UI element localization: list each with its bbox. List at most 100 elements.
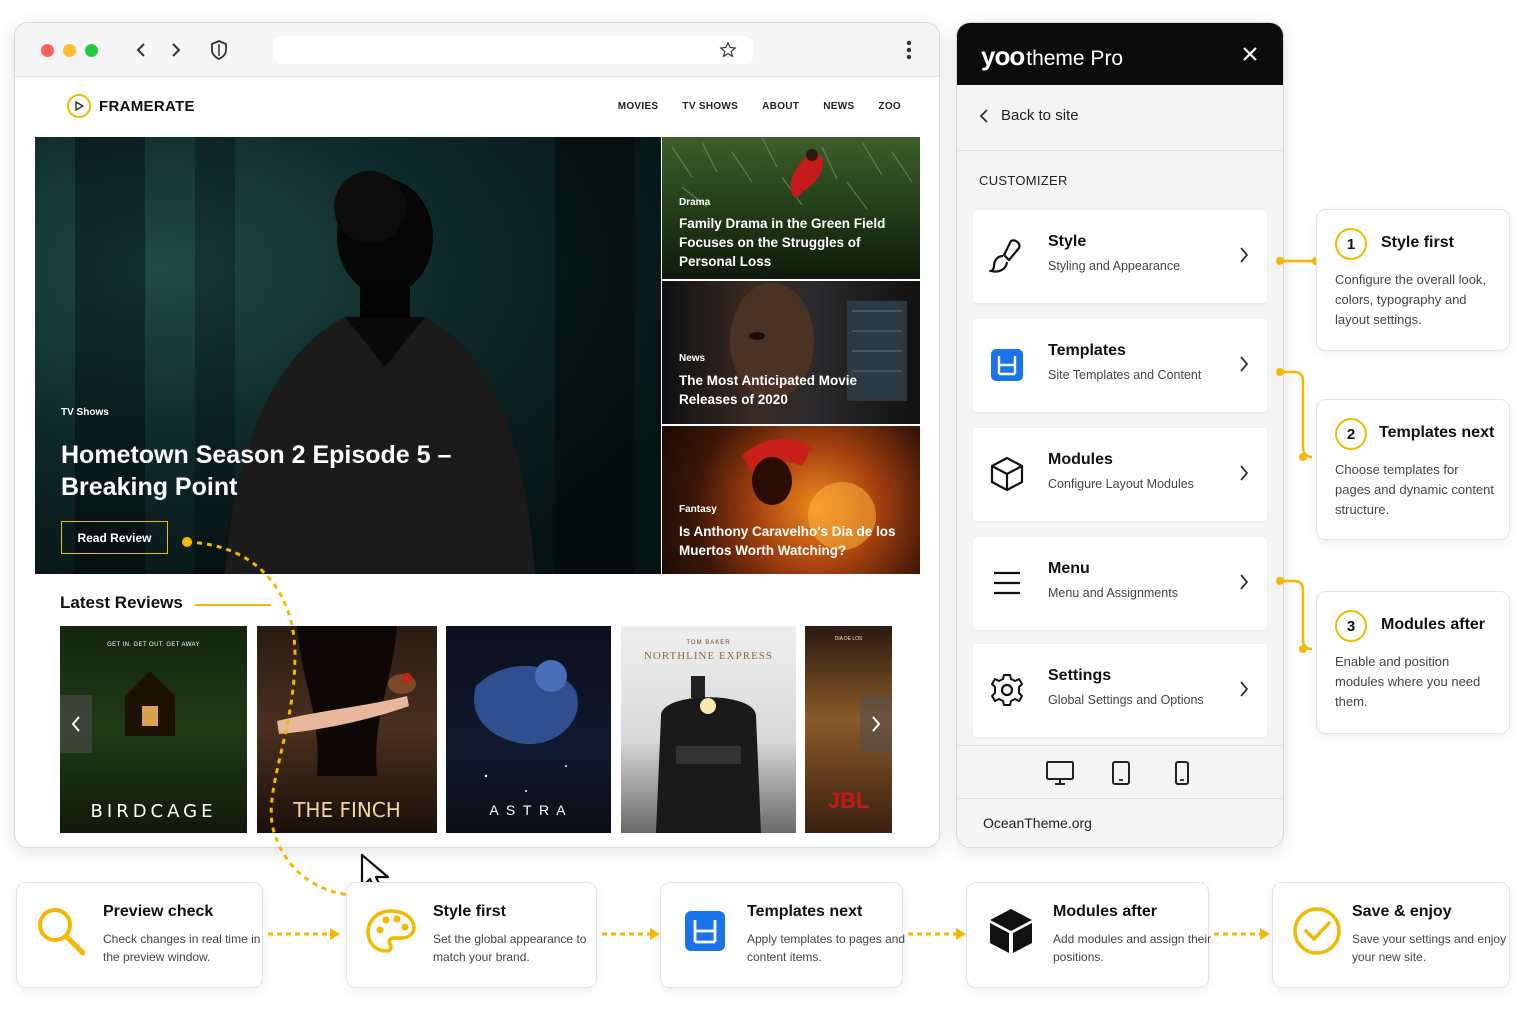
mobile-icon[interactable]: [1167, 759, 1197, 787]
flow-title: Preview check: [103, 903, 214, 920]
poster-title: NORTHLINE EXPRESS: [643, 650, 774, 662]
check-circle-icon: [1291, 905, 1343, 957]
site-logo-text: FRAMERATE: [99, 97, 195, 115]
browser-window: FRAMERATE MOVIES TV SHOWS ABOUT NEWS ZOO…: [14, 22, 940, 848]
flow-description: Check changes in real time in the previe…: [103, 932, 261, 964]
card-category: News: [679, 353, 706, 364]
more-options-icon[interactable]: [896, 37, 922, 63]
templates-icon: [987, 345, 1027, 385]
menu-item-subtitle: Styling and Appearance: [1048, 259, 1181, 273]
side-card-drama[interactable]: Drama Family Drama in the Green Field Fo…: [662, 137, 920, 279]
menu-item-subtitle: Configure Layout Modules: [1048, 477, 1194, 491]
maximize-window-button[interactable]: [85, 44, 98, 57]
browser-toolbar: [15, 23, 939, 77]
poster-astra[interactable]: A S T R A: [446, 626, 611, 833]
star-icon[interactable]: [715, 37, 741, 63]
nav-item-news[interactable]: NEWS: [823, 101, 854, 112]
step-number: 1: [1335, 228, 1367, 260]
card-title[interactable]: Is Anthony Caravelho's Dia de los Muerto…: [679, 522, 899, 560]
menu-item-templates[interactable]: Templates Site Templates and Content: [973, 319, 1267, 412]
flow-arrows: [268, 928, 1270, 940]
menu-item-menu[interactable]: Menu Menu and Assignments: [973, 537, 1267, 630]
flow-description: Save your settings and enjoy your new si…: [1352, 932, 1507, 964]
chevron-left-icon: [979, 108, 988, 123]
back-to-site-link[interactable]: Back to site: [979, 107, 1079, 124]
site-logo[interactable]: FRAMERATE: [67, 94, 195, 118]
play-icon: [67, 94, 91, 118]
chevron-right-icon: [1240, 356, 1249, 372]
flow-title: Style first: [433, 903, 506, 920]
step-description: Enable and position modules where you ne…: [1335, 654, 1481, 709]
step-title: Modules after: [1381, 616, 1486, 633]
brand-yoo: yoo: [981, 41, 1025, 71]
step-card-templates: 2 Templates next Choose templates for pa…: [1316, 399, 1510, 540]
customizer-header: yoo theme Pro: [957, 23, 1283, 85]
flow-connector-path: [182, 537, 356, 897]
close-window-button[interactable]: [41, 44, 54, 57]
birdcage-house-image: [125, 671, 175, 736]
chevron-right-icon: [1240, 574, 1249, 590]
main-nav: MOVIES TV SHOWS ABOUT NEWS ZOO: [618, 101, 901, 112]
carousel-next-button[interactable]: [860, 695, 892, 753]
step-description: Choose templates for pages and dynamic c…: [1335, 462, 1494, 517]
gear-icon: [987, 670, 1027, 710]
menu-item-settings[interactable]: Settings Global Settings and Options: [973, 644, 1267, 737]
address-bar[interactable]: [273, 36, 753, 64]
device-preview-bar: [957, 745, 1283, 799]
minimize-window-button[interactable]: [63, 44, 76, 57]
back-arrow-icon[interactable]: [128, 37, 154, 63]
flow-title: Save & enjoy: [1352, 903, 1452, 920]
brush-icon: [987, 236, 1027, 276]
poster-northline-express[interactable]: TOM BAKER NORTHLINE EXPRESS: [621, 626, 796, 833]
forward-arrow-icon[interactable]: [163, 37, 189, 63]
card-category: Fantasy: [679, 504, 717, 515]
flow-card-save: Save & enjoy Save your settings and enjo…: [1272, 882, 1510, 988]
hero-feature[interactable]: TV Shows Hometown Season 2 Episode 5 – B…: [35, 137, 661, 574]
yootheme-logo: yoo theme Pro: [981, 41, 1123, 72]
back-label: Back to site: [1001, 107, 1079, 124]
chevron-right-icon: [1240, 465, 1249, 481]
menu-item-title: Modules: [1048, 451, 1113, 468]
hero-category: TV Shows: [61, 407, 109, 418]
menu-item-title: Settings: [1048, 667, 1112, 684]
menu-item-style[interactable]: Style Styling and Appearance: [973, 210, 1267, 303]
poster-tagline: DIA DE LOS: [834, 636, 863, 642]
step-title: Templates next: [1379, 424, 1495, 441]
step-card-modules: 3 Modules after Enable and position modu…: [1316, 591, 1510, 734]
tablet-icon[interactable]: [1106, 759, 1136, 787]
hero-title[interactable]: Hometown Season 2 Episode 5 – Breaking P…: [61, 439, 461, 503]
flow-title: Modules after: [1053, 903, 1158, 920]
menu-item-title: Style: [1048, 233, 1087, 250]
latest-reviews-heading: Latest Reviews: [60, 593, 183, 612]
card-title[interactable]: The Most Anticipated Movie Releases of 2…: [679, 371, 899, 409]
step-description: Configure the overall look, colors, typo…: [1335, 272, 1487, 327]
shield-icon[interactable]: [206, 37, 232, 63]
menu-item-title: Menu: [1048, 560, 1090, 577]
customizer-panel: yoo theme Pro Back to site CUSTOMIZER St…: [956, 22, 1284, 848]
chevron-right-icon: [1240, 247, 1249, 263]
read-review-button[interactable]: Read Review: [61, 521, 168, 554]
nav-item-movies[interactable]: MOVIES: [618, 101, 659, 112]
carousel-prev-button[interactable]: [60, 695, 92, 753]
step-connectors: [1276, 257, 1320, 653]
menu-item-subtitle: Global Settings and Options: [1048, 693, 1204, 707]
step-title: Style first: [1381, 234, 1454, 251]
card-category: Drama: [679, 197, 711, 208]
nav-item-about[interactable]: ABOUT: [762, 101, 799, 112]
desktop-icon[interactable]: [1045, 759, 1075, 787]
magnifier-icon: [35, 905, 87, 957]
side-card-news[interactable]: News The Most Anticipated Movie Releases…: [662, 281, 920, 424]
customizer-section-label: CUSTOMIZER: [979, 173, 1068, 188]
footer-site-label: OceanTheme.org: [983, 815, 1092, 831]
locomotive-image: [656, 676, 761, 833]
nav-item-zoo[interactable]: ZOO: [878, 101, 901, 112]
side-card-fantasy[interactable]: Fantasy Is Anthony Caravelho's Dia de lo…: [662, 426, 920, 574]
close-icon[interactable]: [1239, 43, 1261, 65]
card-title[interactable]: Family Drama in the Green Field Focuses …: [679, 214, 899, 271]
step-number: 3: [1335, 610, 1367, 642]
nav-item-tv-shows[interactable]: TV SHOWS: [682, 101, 738, 112]
menu-item-subtitle: Menu and Assignments: [1048, 586, 1178, 600]
menu-item-modules[interactable]: Modules Configure Layout Modules: [973, 428, 1267, 521]
flow-title: Templates next: [747, 903, 863, 920]
step-card-style: 1 Style first Configure the overall look…: [1316, 209, 1510, 351]
